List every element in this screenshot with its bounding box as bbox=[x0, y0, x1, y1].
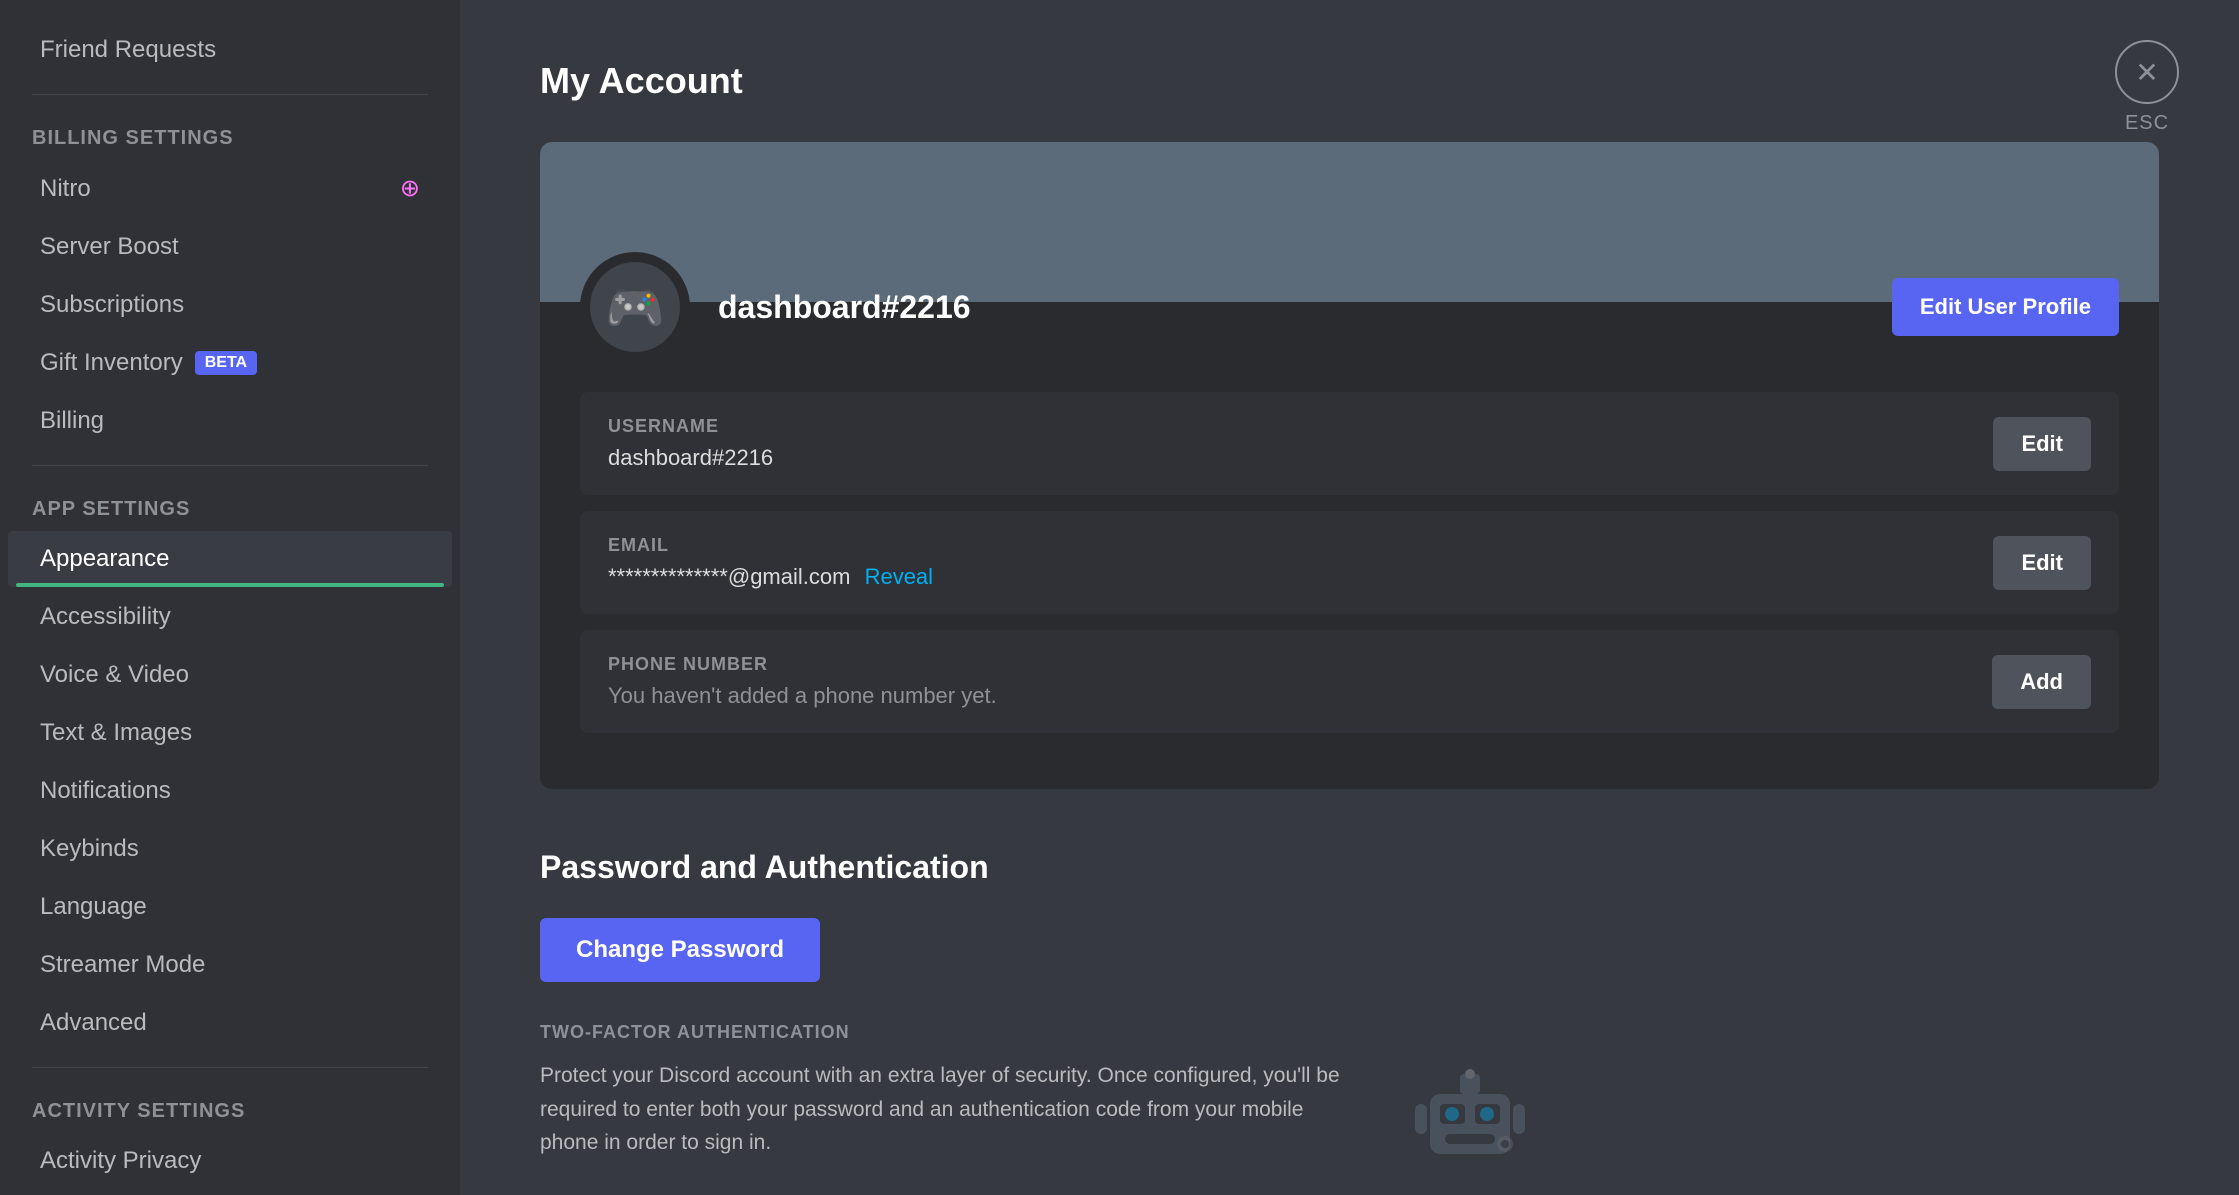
phone-value: You haven't added a phone number yet. bbox=[608, 683, 1968, 709]
sidebar-item-advanced[interactable]: Advanced bbox=[8, 995, 452, 1051]
sidebar-item-server-boost[interactable]: Server Boost bbox=[8, 219, 452, 275]
billing-section-label: BILLING SETTINGS bbox=[0, 111, 460, 158]
sidebar-item-label: Appearance bbox=[40, 545, 169, 573]
sidebar-item-keybinds[interactable]: Keybinds bbox=[8, 821, 452, 877]
sidebar-item-label: Language bbox=[40, 893, 147, 921]
email-edit-button[interactable]: Edit bbox=[1993, 536, 2091, 590]
phone-field-content: PHONE NUMBER You haven't added a phone n… bbox=[608, 654, 1968, 709]
avatar-icon: 🎮 bbox=[605, 279, 665, 336]
sidebar-divider-app bbox=[32, 465, 428, 466]
beta-badge: BETA bbox=[195, 351, 257, 375]
page-title: My Account bbox=[540, 60, 2159, 102]
username-field-label: USERNAME bbox=[608, 416, 1969, 437]
sidebar-divider-billing bbox=[32, 94, 428, 95]
change-password-button[interactable]: Change Password bbox=[540, 918, 820, 982]
email-field-label: EMAIL bbox=[608, 535, 1969, 556]
avatar-inner: 🎮 bbox=[590, 262, 680, 352]
sidebar-item-appearance[interactable]: Appearance bbox=[8, 531, 452, 587]
password-section: Password and Authentication Change Passw… bbox=[540, 849, 2159, 1179]
close-button[interactable]: ✕ ESC bbox=[2115, 40, 2179, 135]
sidebar-item-label: Subscriptions bbox=[40, 291, 184, 319]
twofa-label: TWO-FACTOR AUTHENTICATION bbox=[540, 1022, 2159, 1043]
sidebar-item-notifications[interactable]: Notifications bbox=[8, 763, 452, 819]
email-field-row: EMAIL **************@gmail.com Reveal Ed… bbox=[580, 511, 2119, 614]
sidebar-item-label: Streamer Mode bbox=[40, 951, 205, 979]
username-edit-button[interactable]: Edit bbox=[1993, 417, 2091, 471]
sidebar-item-voice-video[interactable]: Voice & Video bbox=[8, 647, 452, 703]
sidebar-divider-activity bbox=[32, 1067, 428, 1068]
nitro-icon: ⊕ bbox=[400, 174, 420, 203]
username-field-row: USERNAME dashboard#2216 Edit bbox=[580, 392, 2119, 495]
esc-label: ESC bbox=[2125, 112, 2169, 135]
sidebar-item-streamer-mode[interactable]: Streamer Mode bbox=[8, 937, 452, 993]
sidebar-item-label: Server Boost bbox=[40, 233, 179, 261]
app-section-label: APP SETTINGS bbox=[0, 482, 460, 529]
sidebar-item-label: Friend Requests bbox=[40, 36, 216, 64]
sidebar-item-label: Nitro bbox=[40, 175, 91, 203]
username-field-content: USERNAME dashboard#2216 bbox=[608, 416, 1969, 471]
password-section-title: Password and Authentication bbox=[540, 849, 2159, 886]
sidebar-item-activity-privacy[interactable]: Activity Privacy bbox=[8, 1133, 452, 1189]
edit-profile-button[interactable]: Edit User Profile bbox=[1892, 278, 2119, 336]
phone-field-label: PHONE NUMBER bbox=[608, 654, 1968, 675]
sidebar-item-label: Notifications bbox=[40, 777, 171, 805]
reveal-link[interactable]: Reveal bbox=[865, 564, 933, 589]
sidebar-item-subscriptions[interactable]: Subscriptions bbox=[8, 277, 452, 333]
account-card: 🎮 dashboard#2216 Edit User Profile USERN… bbox=[540, 142, 2159, 789]
sidebar-item-label: Billing bbox=[40, 407, 104, 435]
sidebar-item-nitro[interactable]: Nitro ⊕ bbox=[8, 160, 452, 217]
sidebar-item-label: Activity Privacy bbox=[40, 1147, 201, 1175]
phone-add-button[interactable]: Add bbox=[1992, 655, 2091, 709]
twofa-row: Protect your Discord account with an ext… bbox=[540, 1059, 2159, 1179]
phone-field-row: PHONE NUMBER You haven't added a phone n… bbox=[580, 630, 2119, 733]
sidebar-item-registered-games[interactable]: Registered Games bbox=[8, 1191, 452, 1195]
friend-requests-item[interactable]: Friend Requests bbox=[8, 22, 452, 78]
sidebar: Friend Requests BILLING SETTINGS Nitro ⊕… bbox=[0, 0, 460, 1195]
sidebar-item-text-images[interactable]: Text & Images bbox=[8, 705, 452, 761]
sidebar-item-language[interactable]: Language bbox=[8, 879, 452, 935]
account-profile-row: 🎮 dashboard#2216 Edit User Profile bbox=[540, 252, 2159, 392]
sidebar-item-accessibility[interactable]: Accessibility bbox=[8, 589, 452, 645]
email-masked: **************@gmail.com bbox=[608, 564, 850, 589]
sidebar-item-billing[interactable]: Billing bbox=[8, 393, 452, 449]
sidebar-item-label: Advanced bbox=[40, 1009, 147, 1037]
username-value: dashboard#2216 bbox=[608, 445, 1969, 471]
sidebar-item-gift-inventory[interactable]: Gift Inventory BETA bbox=[8, 335, 452, 391]
sidebar-item-label: Voice & Video bbox=[40, 661, 189, 689]
main-content: ✕ ESC My Account 🎮 dashboard#2216 Edit U… bbox=[460, 0, 2239, 1195]
account-username: dashboard#2216 bbox=[718, 289, 1892, 326]
close-icon[interactable]: ✕ bbox=[2115, 40, 2179, 104]
activity-section-label: ACTIVITY SETTINGS bbox=[0, 1084, 460, 1131]
twofa-description: Protect your Discord account with an ext… bbox=[540, 1059, 1360, 1160]
sidebar-item-label: Accessibility bbox=[40, 603, 171, 631]
email-value: **************@gmail.com Reveal bbox=[608, 564, 1969, 590]
email-field-content: EMAIL **************@gmail.com Reveal bbox=[608, 535, 1969, 590]
robot-icon-container bbox=[1400, 1059, 1540, 1179]
sidebar-item-label: Keybinds bbox=[40, 835, 139, 863]
sidebar-item-label: Gift Inventory bbox=[40, 349, 183, 377]
avatar: 🎮 bbox=[580, 252, 690, 362]
sidebar-item-label: Text & Images bbox=[40, 719, 192, 747]
robot-icon bbox=[1410, 1064, 1530, 1174]
account-fields: USERNAME dashboard#2216 Edit EMAIL *****… bbox=[540, 392, 2159, 789]
